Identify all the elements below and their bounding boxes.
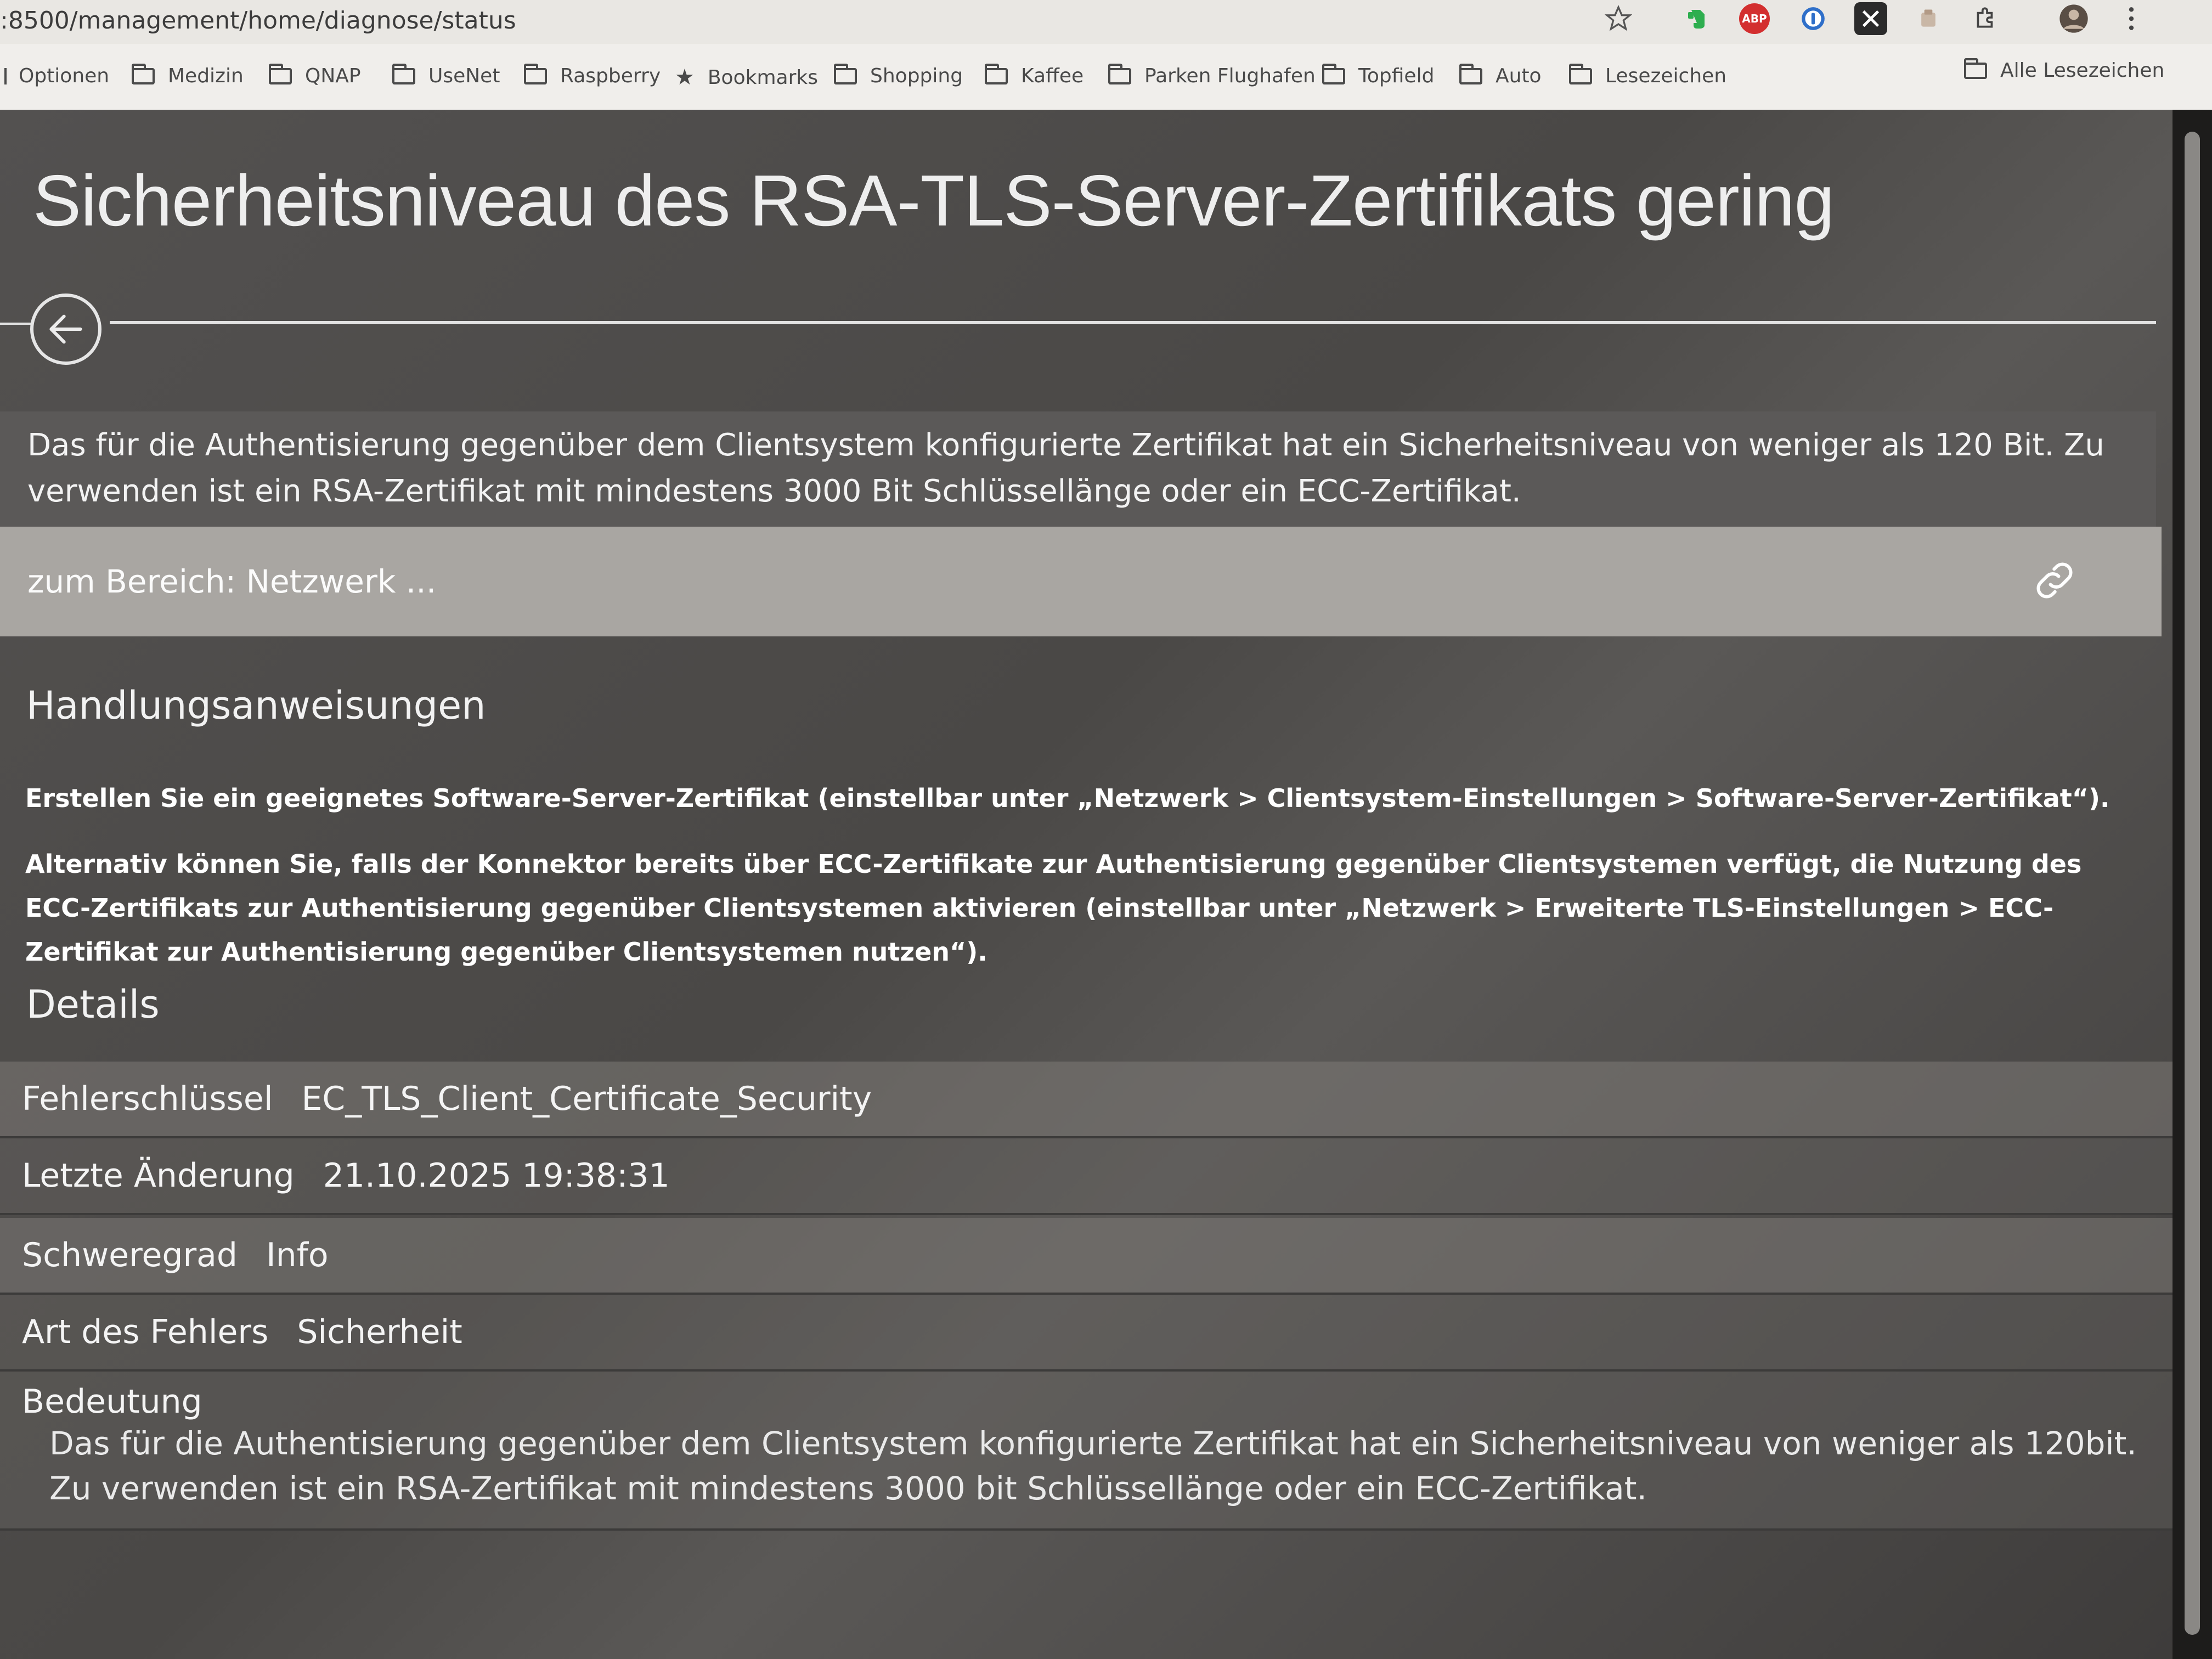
folder-icon bbox=[269, 63, 292, 84]
puzzle-icon[interactable] bbox=[1970, 2, 2002, 35]
bookmark-label: Parken Flughafen bbox=[1144, 65, 1316, 87]
title-divider bbox=[110, 321, 2156, 324]
bookmark-label: Medizin bbox=[168, 65, 244, 87]
bookmark-label: QNAP bbox=[305, 65, 361, 87]
adblock-icon[interactable]: ABP bbox=[1739, 3, 1770, 34]
scrollbar-thumb[interactable] bbox=[2185, 132, 2200, 1635]
x-extension-icon[interactable] bbox=[1854, 2, 1887, 35]
folder-icon bbox=[132, 63, 155, 84]
extension-icon[interactable] bbox=[1912, 2, 1945, 35]
bookmark-kaffee[interactable]: Kaffee bbox=[985, 63, 1084, 87]
detail-label: Schweregrad bbox=[22, 1236, 238, 1274]
detail-label: Fehlerschlüssel bbox=[22, 1080, 273, 1118]
bookmark-usenet[interactable]: UseNet bbox=[392, 63, 500, 87]
bookmark-qnap[interactable]: QNAP bbox=[269, 63, 361, 87]
folder-icon bbox=[1108, 63, 1131, 84]
bookmark-label: Shopping bbox=[870, 65, 963, 87]
detail-value: EC_TLS_Client_Certificate_Security bbox=[301, 1080, 872, 1118]
evernote-icon[interactable] bbox=[1681, 2, 1714, 35]
detail-row-error-type: Art des Fehlers Sicherheit bbox=[0, 1295, 2172, 1372]
bookmark-medizin[interactable]: Medizin bbox=[132, 63, 244, 87]
bookmark-auto[interactable]: Auto bbox=[1459, 63, 1542, 87]
bookmark-label: Lesezeichen bbox=[1605, 65, 1727, 87]
bookmark-label: UseNet bbox=[428, 65, 500, 87]
star-icon: ★ bbox=[675, 65, 695, 90]
bookmark-label: Optionen bbox=[19, 65, 110, 87]
menu-dots-icon[interactable] bbox=[2115, 2, 2148, 35]
instruction-text: Alternativ können Sie, falls der Konnekt… bbox=[25, 849, 2082, 967]
folder-icon bbox=[0, 67, 7, 84]
folder-icon bbox=[1569, 63, 1592, 84]
back-button[interactable] bbox=[30, 294, 101, 365]
bookmark-optionen[interactable]: Optionen bbox=[0, 65, 109, 87]
detail-value: Sicherheit bbox=[297, 1313, 462, 1351]
detail-label: Bedeutung bbox=[22, 1383, 202, 1421]
detail-value: 21.10.2025 19:38:31 bbox=[323, 1156, 670, 1195]
bookmark-parken-flughafen[interactable]: Parken Flughafen bbox=[1108, 63, 1316, 87]
folder-icon bbox=[1964, 58, 1987, 79]
bookmarks-bar: Optionen Medizin QNAP UseNet Raspberry ★… bbox=[0, 44, 2212, 110]
bookmark-label: Bookmarks bbox=[707, 66, 818, 89]
adblock-label: ABP bbox=[1742, 12, 1767, 25]
bookmark-label: Kaffee bbox=[1021, 65, 1084, 87]
detail-value: Das für die Authentisierung gegenüber de… bbox=[49, 1425, 2137, 1507]
detail-row-last-change: Letzte Änderung 21.10.2025 19:38:31 bbox=[0, 1138, 2172, 1215]
detail-row-error-key: Fehlerschlüssel EC_TLS_Client_Certificat… bbox=[0, 1062, 2172, 1138]
detail-label: Letzte Änderung bbox=[22, 1156, 295, 1195]
onepassword-icon[interactable] bbox=[1797, 2, 1830, 35]
bookmark-star-icon[interactable] bbox=[1602, 2, 1635, 35]
browser-toolbar: :8500/management/home/diagnose/status AB… bbox=[0, 0, 2212, 44]
detail-label: Art des Fehlers bbox=[22, 1313, 269, 1351]
page-scrollbar[interactable] bbox=[2172, 110, 2212, 1659]
bookmark-lesezeichen[interactable]: Lesezeichen bbox=[1569, 63, 1727, 87]
page-title: Sicherheitsniveau des RSA-TLS-Server-Zer… bbox=[33, 160, 1835, 241]
area-link[interactable]: zum Bereich: Netzwerk ... bbox=[27, 563, 436, 600]
all-bookmarks-button[interactable]: Alle Lesezeichen bbox=[1964, 58, 2165, 82]
folder-icon bbox=[1322, 63, 1345, 84]
address-bar[interactable]: :8500/management/home/diagnose/status bbox=[0, 7, 516, 35]
link-icon[interactable] bbox=[2030, 556, 2079, 607]
area-link-row[interactable]: zum Bereich: Netzwerk ... bbox=[0, 527, 2162, 636]
bookmark-shopping[interactable]: Shopping bbox=[834, 63, 963, 87]
detail-row-meaning: Bedeutung Das für die Authentisierung ge… bbox=[0, 1372, 2172, 1531]
bookmark-label: Topfield bbox=[1358, 65, 1435, 87]
bookmark-topfield[interactable]: Topfield bbox=[1322, 63, 1435, 87]
screen: :8500/management/home/diagnose/status AB… bbox=[0, 0, 2212, 1659]
bookmark-bookmarks[interactable]: ★ Bookmarks bbox=[675, 65, 818, 90]
arrow-left-icon bbox=[49, 314, 82, 344]
folder-icon bbox=[524, 63, 547, 84]
folder-icon bbox=[834, 63, 857, 84]
folder-icon bbox=[1459, 63, 1482, 84]
bookmark-label: Auto bbox=[1496, 65, 1542, 87]
status-summary: Das für die Authentisierung gegenüber de… bbox=[0, 411, 2156, 527]
instruction-text: Erstellen Sie ein geeignetes Software-Se… bbox=[25, 783, 2110, 813]
bookmark-raspberry[interactable]: Raspberry bbox=[524, 63, 661, 87]
title-divider-left bbox=[0, 323, 33, 325]
profile-avatar-icon[interactable] bbox=[2057, 2, 2090, 35]
bookmark-label: Raspberry bbox=[560, 65, 661, 87]
detail-value: Info bbox=[266, 1236, 329, 1274]
folder-icon bbox=[985, 63, 1008, 84]
all-bookmarks-label: Alle Lesezeichen bbox=[2000, 59, 2165, 82]
detail-row-severity: Schweregrad Info bbox=[0, 1218, 2172, 1295]
status-page: Sicherheitsniveau des RSA-TLS-Server-Zer… bbox=[0, 110, 2172, 1659]
folder-icon bbox=[392, 63, 415, 84]
summary-text: Das für die Authentisierung gegenüber de… bbox=[27, 427, 2104, 509]
details-heading: Details bbox=[26, 982, 160, 1027]
instructions-heading: Handlungsanweisungen bbox=[26, 683, 486, 728]
